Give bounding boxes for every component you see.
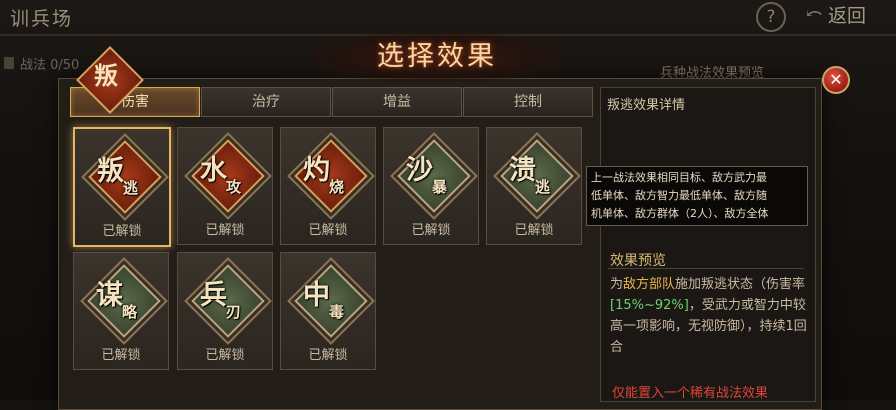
tooltip-line: 上一战法效果相同目标、敌方武力最 [591, 171, 767, 184]
desc-target-link[interactable]: 敌方部队 [623, 277, 675, 292]
effect-card-pantao[interactable]: 叛 逃 已解锁 [73, 127, 171, 247]
card-status: 已解锁 [205, 348, 245, 363]
card-glyph-sub: 攻 [226, 178, 242, 196]
effect-grid: 叛 逃 已解锁 水 攻 已解锁 灼 烧 已解锁 沙 暴 已解锁 溃 逃 已解锁 … [70, 125, 590, 395]
preview-divider [608, 268, 804, 269]
effect-card-kuitao[interactable]: 溃 逃 已解锁 [486, 127, 582, 245]
back-label: 返回 [828, 5, 867, 27]
dialog-title: 选择效果 [377, 41, 497, 72]
effect-description: 为敌方部队施加叛逃状态（伤害率[15%~92%]，受武力或智力中较高一项影响，无… [610, 274, 810, 358]
card-glyph-main: 溃 [509, 155, 536, 186]
card-status: 已解锁 [308, 223, 348, 238]
card-glyph-main: 中 [303, 280, 330, 311]
card-glyph-main: 灼 [303, 155, 330, 186]
desc-prefix: 为 [610, 277, 624, 292]
card-glyph-main: 水 [200, 155, 227, 186]
tooltip-line: 低单体、敌方智力最低单体、敌方随 [591, 189, 767, 202]
desc-mid: 施加叛逃状态（伤害率 [675, 277, 806, 292]
card-glyph-sub: 刃 [226, 303, 242, 321]
tooltip-line: 机单体、敌方群体（2人）、敌方全体 [591, 207, 769, 220]
card-glyph-sub: 略 [122, 303, 138, 321]
target-tooltip: 上一战法效果相同目标、敌方武力最 低单体、敌方智力最低单体、敌方随 机单体、敌方… [586, 166, 808, 226]
card-glyph-main: 谋 [96, 280, 123, 311]
card-glyph-sub: 烧 [329, 178, 345, 196]
card-glyph-sub: 暴 [432, 178, 448, 196]
page-title: 训兵场 [10, 8, 74, 30]
card-status: 已解锁 [205, 223, 245, 238]
effect-card-bingren[interactable]: 兵 刃 已解锁 [177, 252, 273, 370]
card-status: 已解锁 [102, 224, 142, 239]
back-arrow-icon: ⤺ [806, 1, 823, 25]
detail-title: 叛逃效果详情 [607, 98, 686, 113]
card-glyph-main: 兵 [200, 280, 227, 311]
tactic-count: 战法 0/50 [0, 54, 79, 73]
effect-card-shabao[interactable]: 沙 暴 已解锁 [383, 127, 479, 245]
rarity-note: 仅能置入一个稀有战法效果 [612, 386, 769, 401]
card-glyph-main: 叛 [97, 156, 124, 187]
card-status: 已解锁 [411, 223, 451, 238]
card-glyph-sub: 毒 [329, 303, 345, 321]
effect-card-shuigong[interactable]: 水 攻 已解锁 [177, 127, 273, 245]
tab-buff[interactable]: 增益 [332, 87, 462, 117]
back-button[interactable]: ⤺ 返回 [806, 0, 896, 30]
tab-heal[interactable]: 治疗 [201, 87, 331, 117]
effect-card-moulue[interactable]: 谋 略 已解锁 [73, 252, 169, 370]
card-status: 已解锁 [101, 348, 141, 363]
effect-card-zhongdu[interactable]: 中 毒 已解锁 [280, 252, 376, 370]
card-glyph-main: 沙 [406, 155, 433, 186]
detail-emblem-glyph: 叛 [94, 61, 118, 90]
card-status: 已解锁 [308, 348, 348, 363]
card-status: 已解锁 [514, 223, 554, 238]
help-button[interactable]: ? [756, 2, 786, 32]
close-button[interactable]: ✕ [822, 66, 850, 94]
preview-title: 效果预览 [610, 253, 666, 269]
desc-rate: [15%~92%] [610, 298, 689, 313]
card-glyph-sub: 逃 [123, 179, 139, 197]
effect-card-zhuoshao[interactable]: 灼 烧 已解锁 [280, 127, 376, 245]
tab-control[interactable]: 控制 [463, 87, 593, 117]
card-glyph-sub: 逃 [535, 178, 551, 196]
